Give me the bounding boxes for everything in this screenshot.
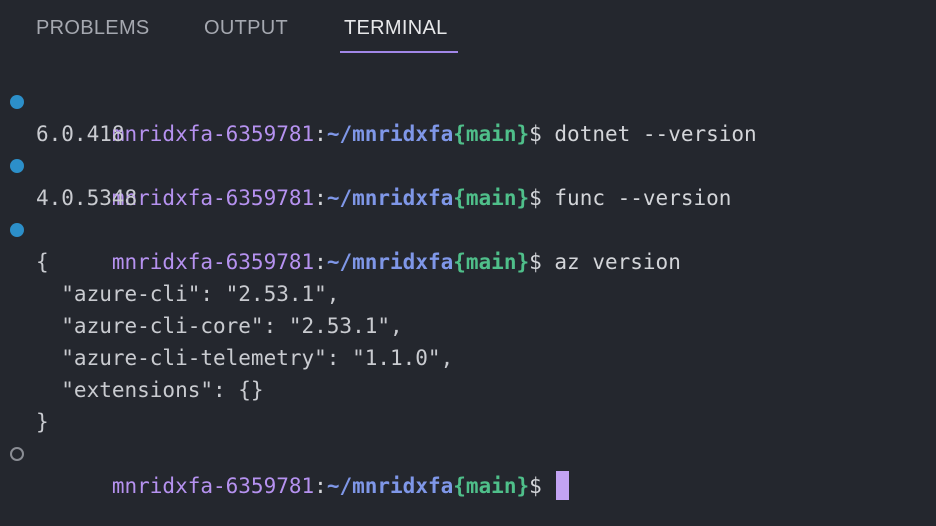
command-success-icon[interactable] (10, 159, 24, 173)
command-success-icon[interactable] (10, 223, 24, 237)
prompt-line: mnridxfa-6359781:~/mnridxfa{main}$ dotne… (0, 86, 936, 146)
tab-problems[interactable]: PROBLEMS (36, 14, 150, 52)
prompt-user-host: mnridxfa-6359781 (111, 474, 315, 498)
prompt-line: mnridxfa-6359781:~/mnridxfa{main}$ az ve… (0, 214, 936, 274)
active-tab-indicator (340, 51, 458, 53)
command-pending-icon (10, 447, 24, 461)
terminal-cursor[interactable] (556, 470, 570, 500)
terminal-panel: PROBLEMS OUTPUT TERMINAL mnridxfa-635978… (0, 0, 936, 526)
json-output-line: { (36, 250, 49, 274)
terminal-output[interactable]: mnridxfa-6359781:~/mnridxfa{main}$ dotne… (0, 86, 936, 500)
tab-terminal[interactable]: TERMINAL (344, 14, 448, 52)
panel-tab-bar: PROBLEMS OUTPUT TERMINAL (0, 0, 936, 56)
tab-output[interactable]: OUTPUT (204, 14, 288, 52)
json-output-line: "extensions": {} (36, 378, 264, 402)
command-output: 6.0.418 (36, 122, 125, 146)
json-output-line: "azure-cli-telemetry": "1.1.0", (36, 346, 454, 370)
prompt-path: ~/mnridxfa (326, 474, 454, 498)
json-output-line: } (36, 410, 49, 434)
prompt-branch: {main} (453, 474, 530, 498)
active-prompt-line[interactable]: mnridxfa-6359781:~/mnridxfa{main}$ (0, 438, 936, 500)
prompt-sign: $ (529, 474, 555, 498)
command-success-icon[interactable] (10, 95, 24, 109)
command-output: 4.0.5348 (36, 186, 138, 210)
json-output-line: "azure-cli": "2.53.1", (36, 282, 340, 306)
prompt-colon: : (314, 474, 327, 498)
prompt-line: mnridxfa-6359781:~/mnridxfa{main}$ func … (0, 150, 936, 210)
json-output-line: "azure-cli-core": "2.53.1", (36, 314, 403, 338)
